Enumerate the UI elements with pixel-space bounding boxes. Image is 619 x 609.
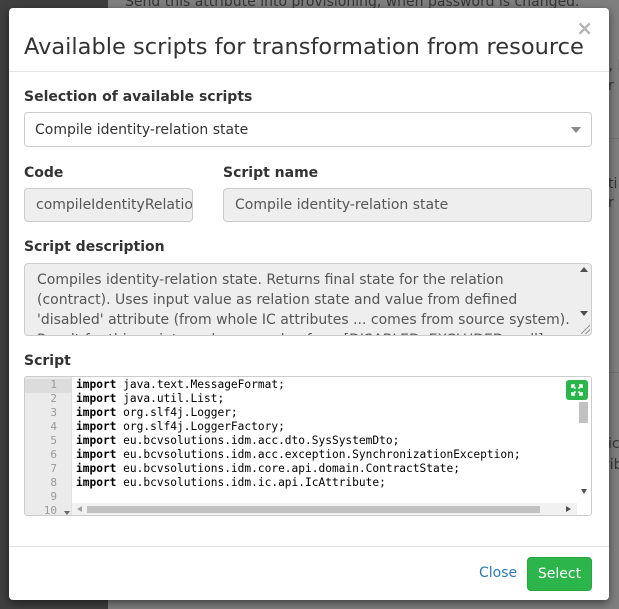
horizontal-scrollbar-thumb[interactable] (87, 506, 540, 513)
line-number: 10 (43, 504, 57, 516)
script-name-value: Compile identity-relation state (235, 197, 449, 213)
script-editor[interactable]: 1 2 3 4 5 6 7 8 9 10 import java.text.Me… (24, 376, 592, 516)
description-textarea[interactable]: Compiles identity-relation state. Return… (24, 263, 592, 336)
expand-fullscreen-icon (571, 384, 583, 396)
close-button[interactable]: Close (479, 565, 517, 581)
line-number: 4 (50, 420, 57, 433)
scripts-modal: Available scripts for transformation fro… (9, 8, 609, 600)
script-name-field[interactable]: Compile identity-relation state (223, 188, 592, 222)
scroll-down-icon[interactable] (581, 489, 587, 494)
fullscreen-button[interactable] (566, 380, 588, 400)
fold-icon[interactable] (64, 511, 70, 515)
code-label: Code (24, 165, 64, 181)
code-field-value: compileIdentityRelationState (36, 197, 193, 213)
description-label: Script description (24, 239, 165, 255)
line-number: 8 (50, 476, 57, 489)
code-line: import eu.bcvsolutions.idm.core.api.doma… (76, 462, 460, 475)
scroll-down-icon[interactable] (580, 311, 588, 316)
line-number: 3 (50, 406, 57, 419)
code-line: import eu.bcvsolutions.idm.acc.dto.SysSy… (76, 434, 400, 447)
close-icon[interactable]: × (576, 16, 593, 40)
line-number: 5 (50, 434, 57, 447)
scroll-up-icon[interactable] (580, 267, 588, 272)
code-line: import org.slf4j.Logger; (76, 406, 238, 419)
code-field[interactable]: compileIdentityRelationState (24, 188, 193, 222)
selection-label: Selection of available scripts (24, 89, 253, 105)
textarea-scrollbar[interactable] (579, 267, 589, 319)
resize-handle-icon[interactable] (581, 325, 590, 334)
select-button[interactable]: Select (527, 557, 592, 591)
modal-footer: Close Select (9, 546, 609, 600)
script-name-label: Script name (223, 165, 319, 181)
scroll-right-icon[interactable] (566, 506, 571, 512)
modal-title: Available scripts for transformation fro… (24, 34, 584, 60)
line-number: 9 (50, 490, 57, 503)
modal-header: Available scripts for transformation fro… (9, 8, 609, 72)
line-number: 7 (50, 462, 57, 475)
active-line-highlight (25, 379, 72, 393)
line-number-gutter: 1 2 3 4 5 6 7 8 9 10 (25, 377, 72, 515)
line-number: 6 (50, 448, 57, 461)
code-content[interactable]: import java.text.MessageFormat; import j… (76, 378, 521, 504)
select-value: Compile identity-relation state (35, 122, 249, 138)
line-number: 1 (50, 378, 57, 391)
caret-down-icon[interactable] (571, 127, 581, 133)
code-line: import eu.bcvsolutions.idm.acc.exception… (76, 448, 521, 461)
code-line: import eu.bcvsolutions.idm.ic.api.IcAttr… (76, 476, 386, 489)
code-line: import org.slf4j.LoggerFactory; (76, 420, 285, 433)
line-number: 2 (50, 392, 57, 405)
script-label: Script (24, 353, 71, 369)
script-select[interactable]: Compile identity-relation state (24, 112, 592, 147)
code-line: import java.text.MessageFormat; (76, 378, 285, 391)
description-text: Compiles identity-relation state. Return… (37, 272, 570, 335)
vertical-scrollbar-thumb[interactable] (579, 402, 588, 423)
scroll-left-icon[interactable] (77, 506, 82, 512)
code-line: import java.util.List; (76, 392, 225, 405)
horizontal-scrollbar[interactable] (72, 503, 577, 515)
